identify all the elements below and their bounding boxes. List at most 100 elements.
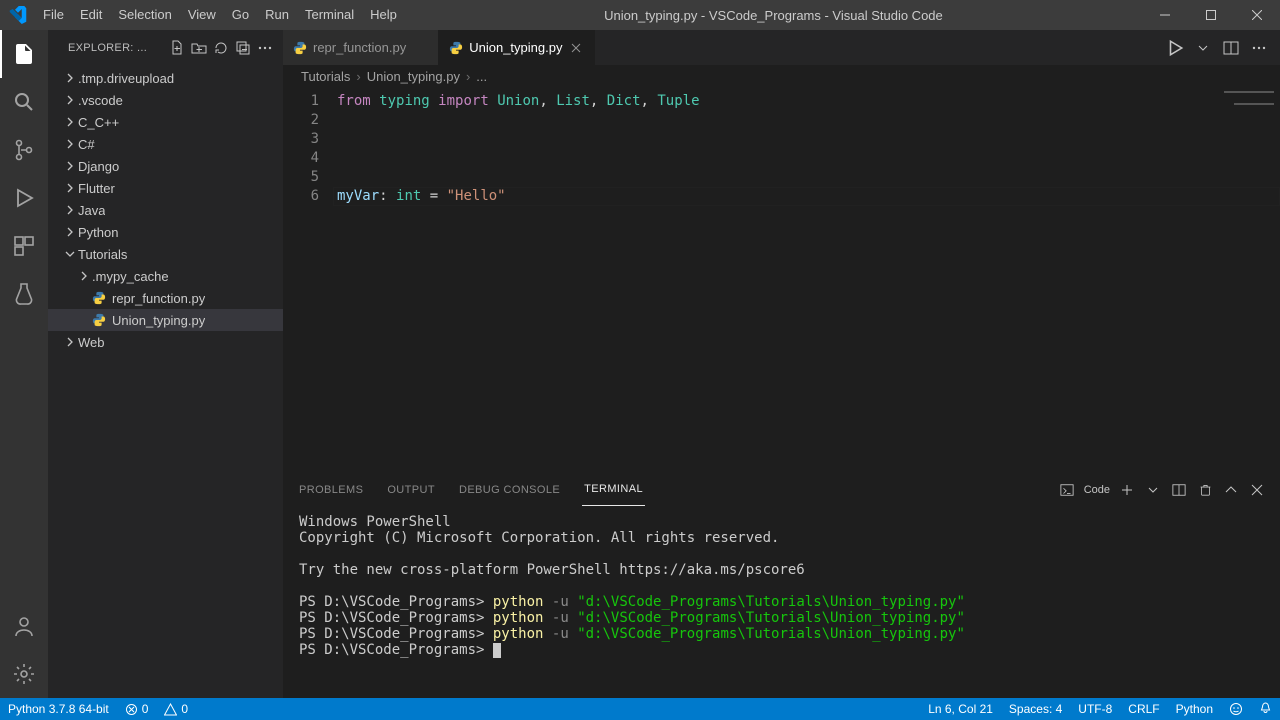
panel-tab-debug-console[interactable]: DEBUG CONSOLE bbox=[457, 474, 562, 506]
editor-tab[interactable]: repr_function.py bbox=[283, 30, 439, 65]
editor-more-icon[interactable] bbox=[1248, 37, 1270, 59]
new-folder-icon[interactable] bbox=[189, 38, 209, 58]
terminal-name[interactable]: Code bbox=[1084, 484, 1110, 496]
status-item[interactable]: UTF-8 bbox=[1070, 702, 1120, 716]
status-item[interactable]: Python 3.7.8 64-bit bbox=[0, 702, 117, 716]
folder-item[interactable]: Java bbox=[48, 199, 283, 221]
folder-item[interactable]: Python bbox=[48, 221, 283, 243]
menu-bar: FileEditSelectionViewGoRunTerminalHelp bbox=[35, 0, 405, 30]
breadcrumb-item[interactable]: ... bbox=[476, 69, 487, 84]
new-file-icon[interactable] bbox=[167, 38, 187, 58]
folder-item[interactable]: Tutorials bbox=[48, 243, 283, 265]
breadcrumb-item[interactable]: Union_typing.py bbox=[367, 69, 460, 84]
status-item[interactable]: Python bbox=[1168, 702, 1221, 716]
panel-tab-output[interactable]: OUTPUT bbox=[385, 474, 437, 506]
close-window-button[interactable] bbox=[1234, 0, 1280, 30]
folder-item[interactable]: Flutter bbox=[48, 177, 283, 199]
activity-search[interactable] bbox=[0, 78, 48, 126]
chevron-down-icon[interactable] bbox=[1192, 37, 1214, 59]
error-icon bbox=[125, 703, 138, 716]
tree-item-label: repr_function.py bbox=[112, 291, 205, 306]
activity-settings[interactable] bbox=[0, 650, 48, 698]
status-item[interactable]: Spaces: 4 bbox=[1001, 702, 1070, 716]
folder-item[interactable]: .tmp.driveupload bbox=[48, 67, 283, 89]
activity-test[interactable] bbox=[0, 270, 48, 318]
activity-accounts[interactable] bbox=[0, 602, 48, 650]
feedback-icon bbox=[1229, 702, 1243, 716]
refresh-icon[interactable] bbox=[211, 38, 231, 58]
tree-item-label: Python bbox=[78, 225, 118, 240]
tree-item-label: Flutter bbox=[78, 181, 115, 196]
activity-bar bbox=[0, 30, 48, 698]
status-item[interactable] bbox=[1221, 702, 1251, 716]
menu-run[interactable]: Run bbox=[257, 0, 297, 30]
chevron-right-icon bbox=[62, 180, 78, 196]
folder-item[interactable]: C# bbox=[48, 133, 283, 155]
terminal-launch-icon[interactable] bbox=[1058, 481, 1076, 499]
minimize-button[interactable] bbox=[1142, 0, 1188, 30]
menu-help[interactable]: Help bbox=[362, 0, 405, 30]
vscode-logo-icon bbox=[0, 6, 35, 24]
folder-item[interactable]: C_C++ bbox=[48, 111, 283, 133]
chevron-right-icon bbox=[76, 268, 92, 284]
status-item[interactable]: 0 bbox=[156, 702, 196, 716]
chevron-right-icon bbox=[62, 334, 78, 350]
status-item[interactable]: Ln 6, Col 21 bbox=[920, 702, 1001, 716]
menu-view[interactable]: View bbox=[180, 0, 224, 30]
folder-item[interactable]: .vscode bbox=[48, 89, 283, 111]
activity-extensions[interactable] bbox=[0, 222, 48, 270]
terminal-dropdown-icon[interactable] bbox=[1144, 481, 1162, 499]
chevron-right-icon bbox=[62, 70, 78, 86]
panel-tab-problems[interactable]: PROBLEMS bbox=[297, 474, 365, 506]
editor-tab[interactable]: Union_typing.py bbox=[439, 30, 595, 65]
activity-run-debug[interactable] bbox=[0, 174, 48, 222]
tree-item-label: C_C++ bbox=[78, 115, 119, 130]
folder-item[interactable]: .mypy_cache bbox=[48, 265, 283, 287]
run-icon[interactable] bbox=[1164, 37, 1186, 59]
activity-explorer[interactable] bbox=[0, 30, 48, 78]
file-item[interactable]: Union_typing.py bbox=[48, 309, 283, 331]
maximize-button[interactable] bbox=[1188, 0, 1234, 30]
code-editor[interactable]: from typing import Union, List, Dict, Tu… bbox=[333, 87, 1280, 473]
tree-item-label: Django bbox=[78, 159, 119, 174]
new-terminal-icon[interactable] bbox=[1118, 481, 1136, 499]
tab-label: Union_typing.py bbox=[469, 40, 562, 55]
kill-terminal-icon[interactable] bbox=[1196, 481, 1214, 499]
split-terminal-icon[interactable] bbox=[1170, 481, 1188, 499]
editor-tabs: repr_function.py Union_typing.py bbox=[283, 30, 1280, 65]
folder-item[interactable]: Web bbox=[48, 331, 283, 353]
collapse-all-icon[interactable] bbox=[233, 38, 253, 58]
breadcrumb-item[interactable]: Tutorials bbox=[301, 69, 350, 84]
status-item[interactable]: CRLF bbox=[1120, 702, 1167, 716]
menu-go[interactable]: Go bbox=[224, 0, 257, 30]
menu-terminal[interactable]: Terminal bbox=[297, 0, 362, 30]
bell-icon bbox=[1259, 702, 1272, 715]
close-panel-icon[interactable] bbox=[1248, 481, 1266, 499]
panel-tab-terminal[interactable]: TERMINAL bbox=[582, 474, 645, 506]
file-item[interactable]: repr_function.py bbox=[48, 287, 283, 309]
folder-item[interactable]: Django bbox=[48, 155, 283, 177]
menu-selection[interactable]: Selection bbox=[110, 0, 179, 30]
breadcrumbs[interactable]: Tutorials›Union_typing.py›... bbox=[283, 65, 1280, 87]
maximize-panel-icon[interactable] bbox=[1222, 481, 1240, 499]
menu-file[interactable]: File bbox=[35, 0, 72, 30]
tree-item-label: .vscode bbox=[78, 93, 123, 108]
activity-source-control[interactable] bbox=[0, 126, 48, 174]
warning-icon bbox=[164, 703, 177, 716]
python-file-icon bbox=[449, 41, 463, 55]
chevron-right-icon bbox=[62, 114, 78, 130]
split-editor-icon[interactable] bbox=[1220, 37, 1242, 59]
window-title: Union_typing.py - VSCode_Programs - Visu… bbox=[405, 8, 1142, 23]
terminal[interactable]: Windows PowerShellCopyright (C) Microsof… bbox=[283, 506, 1280, 698]
tab-label: repr_function.py bbox=[313, 40, 406, 55]
more-icon[interactable] bbox=[255, 38, 275, 58]
tree-item-label: .mypy_cache bbox=[92, 269, 169, 284]
minimap[interactable] bbox=[1200, 87, 1280, 473]
status-item[interactable] bbox=[1251, 702, 1280, 715]
bottom-panel: PROBLEMS OUTPUT DEBUG CONSOLE TERMINAL Code… bbox=[283, 473, 1280, 698]
close-tab-icon[interactable] bbox=[568, 40, 584, 56]
tree-item-label: C# bbox=[78, 137, 95, 152]
sidebar-explorer: EXPLORER: ... .tmp.driveupload.vscodeC_C… bbox=[48, 30, 283, 698]
menu-edit[interactable]: Edit bbox=[72, 0, 110, 30]
status-item[interactable]: 0 bbox=[117, 702, 157, 716]
